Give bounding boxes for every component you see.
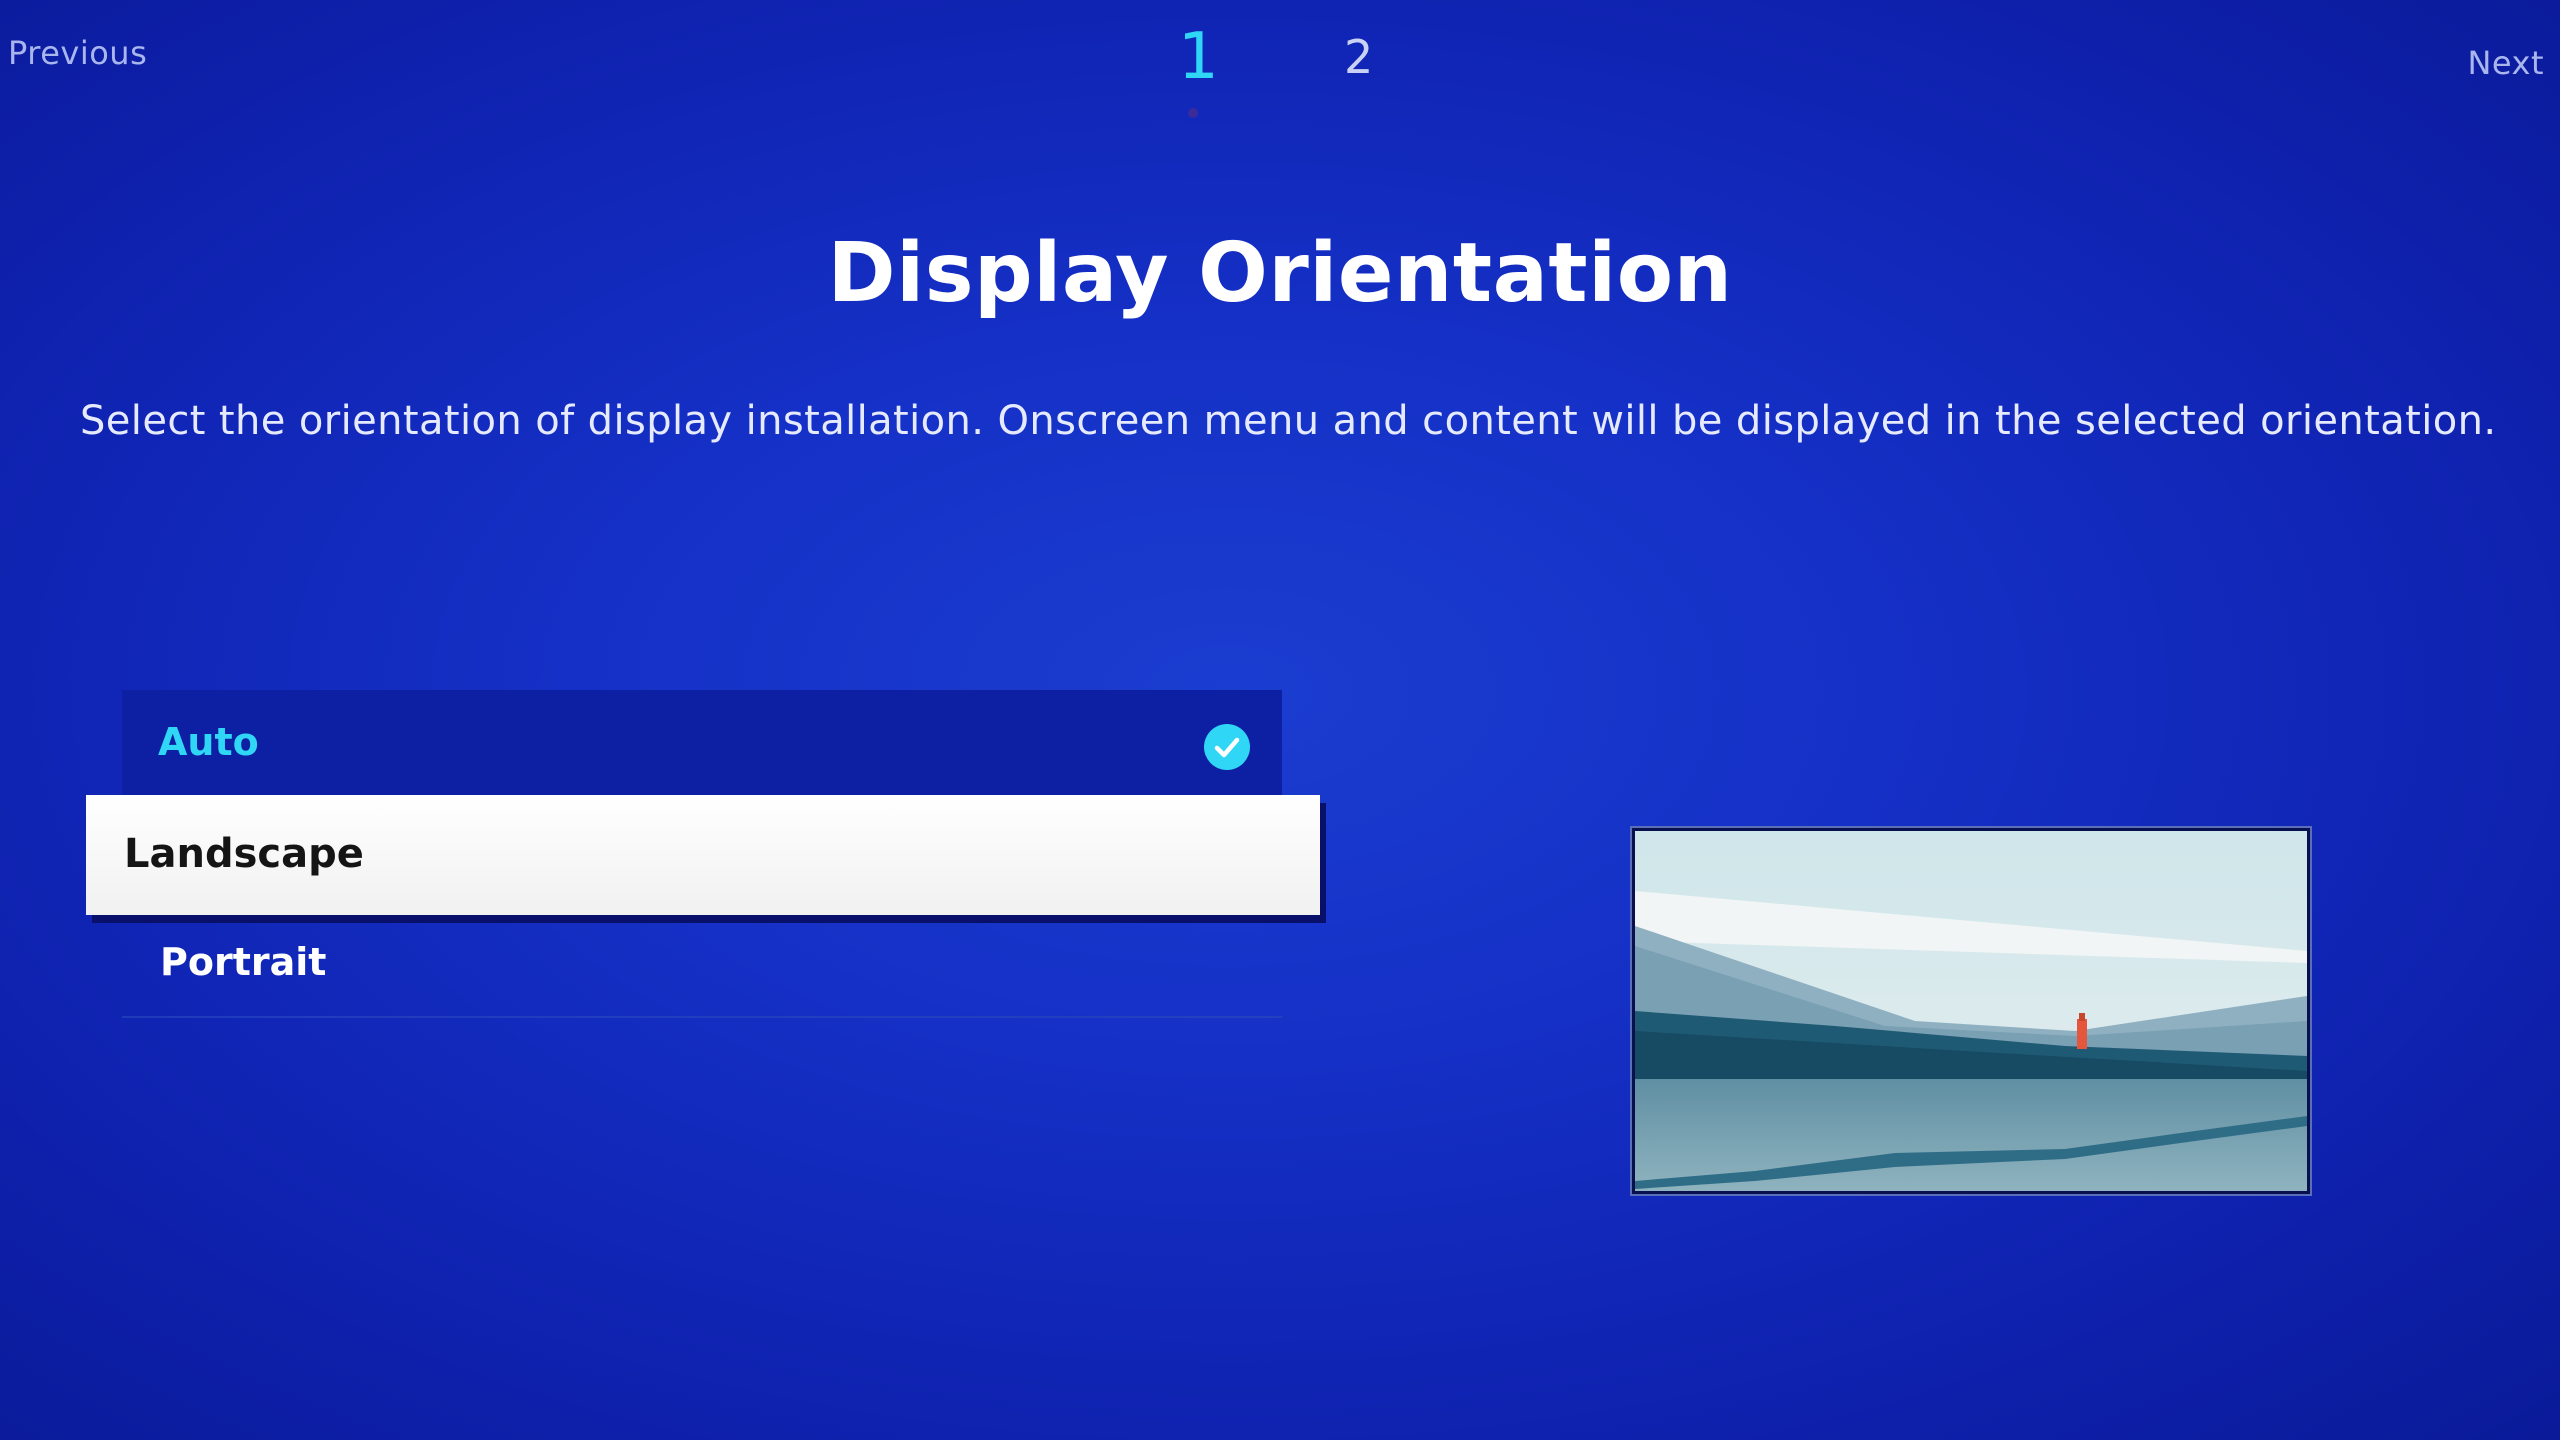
option-portrait[interactable]: Portrait bbox=[122, 918, 1282, 1018]
step-current-dot bbox=[1188, 108, 1198, 118]
option-landscape-label: Landscape bbox=[124, 831, 364, 877]
step-current: 1 bbox=[1178, 20, 1219, 94]
step-indicator: 1 2 bbox=[1150, 20, 1410, 120]
landscape-preview-image bbox=[1632, 828, 2310, 1194]
next-button[interactable]: Next bbox=[2467, 44, 2544, 82]
option-auto-label: Auto bbox=[158, 720, 259, 764]
page-title: Display Orientation bbox=[827, 226, 1733, 321]
step-next[interactable]: 2 bbox=[1344, 30, 1373, 84]
option-auto[interactable]: Auto bbox=[122, 690, 1282, 798]
check-circle-icon bbox=[1204, 724, 1250, 770]
option-portrait-label: Portrait bbox=[160, 940, 327, 984]
option-landscape[interactable]: Landscape bbox=[86, 795, 1320, 915]
page-description: Select the orientation of display instal… bbox=[80, 398, 2497, 444]
previous-button[interactable]: Previous bbox=[8, 34, 147, 72]
